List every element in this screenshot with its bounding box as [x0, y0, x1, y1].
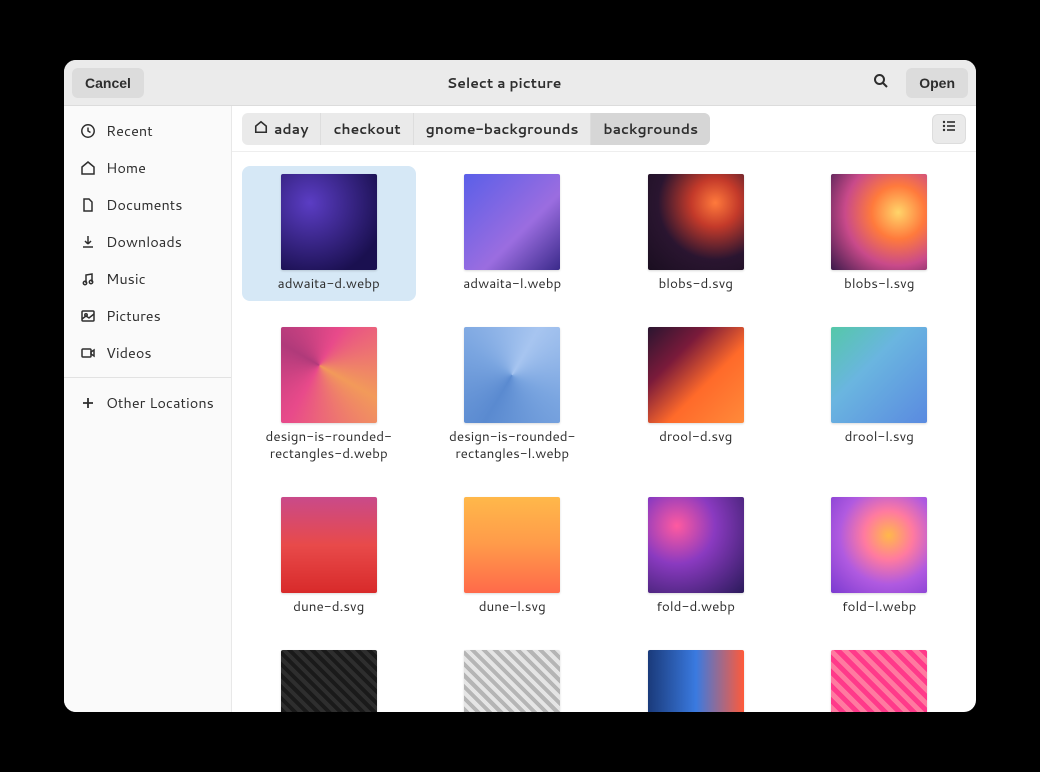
- file-thumbnail: [464, 497, 560, 593]
- file-thumbnail: [648, 174, 744, 270]
- path-segment-label: checkout: [333, 119, 400, 139]
- file-item[interactable]: [242, 642, 416, 713]
- file-label: blobs-l.svg: [844, 276, 914, 293]
- path-segment[interactable]: gnome-backgrounds: [414, 113, 592, 145]
- file-thumbnail: [464, 327, 560, 423]
- clock-icon: [80, 123, 96, 139]
- list-view-icon: [941, 117, 957, 140]
- sidebar-item-label: Videos: [106, 342, 152, 363]
- file-label: blobs-d.svg: [658, 276, 733, 293]
- file-item[interactable]: [426, 642, 600, 713]
- sidebar-item-label: Music: [106, 268, 146, 289]
- file-grid-scroll[interactable]: adwaita-d.webp adwaita-l.webp blobs-d.svg b…: [232, 152, 976, 712]
- file-item[interactable]: adwaita-d.webp: [242, 166, 416, 301]
- file-thumbnail: [648, 327, 744, 423]
- body: Recent Home Documents Downloads: [64, 106, 976, 712]
- file-item[interactable]: blobs-l.svg: [793, 166, 967, 301]
- plus-icon: [80, 395, 96, 411]
- file-thumbnail: [831, 327, 927, 423]
- sidebar-item-pictures[interactable]: Pictures: [64, 297, 231, 334]
- sidebar-item-label: Downloads: [106, 231, 182, 252]
- search-button[interactable]: [864, 66, 898, 100]
- sidebar-item-videos[interactable]: Videos: [64, 334, 231, 371]
- file-label: dune-d.svg: [293, 599, 364, 616]
- file-item[interactable]: adwaita-l.webp: [426, 166, 600, 301]
- sidebar-separator: [64, 377, 231, 378]
- cancel-button[interactable]: Cancel: [72, 68, 144, 98]
- file-item[interactable]: [793, 642, 967, 713]
- file-label: dune-l.svg: [479, 599, 546, 616]
- view-mode-button[interactable]: [932, 114, 966, 144]
- path-segment-label: backgrounds: [603, 119, 698, 139]
- file-thumbnail: [831, 650, 927, 713]
- file-item[interactable]: drool-d.svg: [609, 319, 783, 471]
- window-title: Select a picture: [152, 73, 856, 93]
- file-thumbnail: [831, 174, 927, 270]
- sidebar-item-label: Recent: [106, 120, 153, 141]
- file-label: design-is-rounded-rectangles-d.webp: [259, 429, 399, 463]
- music-icon: [80, 271, 96, 287]
- path-segment-home[interactable]: aday: [242, 113, 321, 145]
- sidebar-item-home[interactable]: Home: [64, 149, 231, 186]
- file-item[interactable]: drool-l.svg: [793, 319, 967, 471]
- sidebar: Recent Home Documents Downloads: [64, 106, 232, 712]
- home-icon: [80, 160, 96, 176]
- path-segment-label: gnome-backgrounds: [426, 119, 579, 139]
- path-segment-current[interactable]: backgrounds: [591, 113, 710, 145]
- sidebar-item-recent[interactable]: Recent: [64, 112, 231, 149]
- path-segment[interactable]: checkout: [321, 113, 413, 145]
- home-icon: [254, 119, 268, 139]
- file-thumbnail: [281, 650, 377, 713]
- file-grid: adwaita-d.webp adwaita-l.webp blobs-d.svg b…: [242, 166, 966, 712]
- sidebar-item-label: Pictures: [106, 305, 161, 326]
- file-label: fold-l.webp: [842, 599, 916, 616]
- open-button[interactable]: Open: [906, 68, 968, 98]
- file-label: fold-d.webp: [657, 599, 735, 616]
- file-thumbnail: [281, 327, 377, 423]
- header-bar: Cancel Select a picture Open: [64, 60, 976, 106]
- file-item[interactable]: [609, 642, 783, 713]
- downloads-icon: [80, 234, 96, 250]
- file-thumbnail: [648, 650, 744, 713]
- search-icon: [873, 73, 889, 92]
- file-label: adwaita-l.webp: [463, 276, 561, 293]
- file-thumbnail: [648, 497, 744, 593]
- documents-icon: [80, 197, 96, 213]
- file-item[interactable]: dune-l.svg: [426, 489, 600, 624]
- file-item[interactable]: fold-d.webp: [609, 489, 783, 624]
- pictures-icon: [80, 308, 96, 324]
- file-item[interactable]: design-is-rounded-rectangles-l.webp: [426, 319, 600, 471]
- file-thumbnail: [281, 174, 377, 270]
- file-item[interactable]: dune-d.svg: [242, 489, 416, 624]
- file-thumbnail: [464, 650, 560, 713]
- file-thumbnail: [464, 174, 560, 270]
- sidebar-item-documents[interactable]: Documents: [64, 186, 231, 223]
- file-item[interactable]: fold-l.webp: [793, 489, 967, 624]
- sidebar-item-label: Other Locations: [106, 392, 214, 413]
- sidebar-item-other-locations[interactable]: Other Locations: [64, 384, 231, 421]
- path-segment-label: aday: [274, 119, 308, 139]
- file-thumbnail: [281, 497, 377, 593]
- file-chooser-window: Cancel Select a picture Open Recent: [64, 60, 976, 712]
- file-item[interactable]: design-is-rounded-rectangles-d.webp: [242, 319, 416, 471]
- pathbar-row: aday checkout gnome-backgrounds backgrou…: [232, 106, 976, 152]
- sidebar-item-downloads[interactable]: Downloads: [64, 223, 231, 260]
- file-item[interactable]: blobs-d.svg: [609, 166, 783, 301]
- sidebar-item-music[interactable]: Music: [64, 260, 231, 297]
- file-thumbnail: [831, 497, 927, 593]
- file-label: drool-l.svg: [845, 429, 914, 446]
- pathbar: aday checkout gnome-backgrounds backgrou…: [242, 113, 710, 145]
- file-label: adwaita-d.webp: [278, 276, 380, 293]
- content-area: aday checkout gnome-backgrounds backgrou…: [232, 106, 976, 712]
- file-label: drool-d.svg: [659, 429, 732, 446]
- file-label: design-is-rounded-rectangles-l.webp: [442, 429, 582, 463]
- videos-icon: [80, 345, 96, 361]
- sidebar-item-label: Documents: [106, 194, 182, 215]
- sidebar-item-label: Home: [106, 157, 146, 178]
